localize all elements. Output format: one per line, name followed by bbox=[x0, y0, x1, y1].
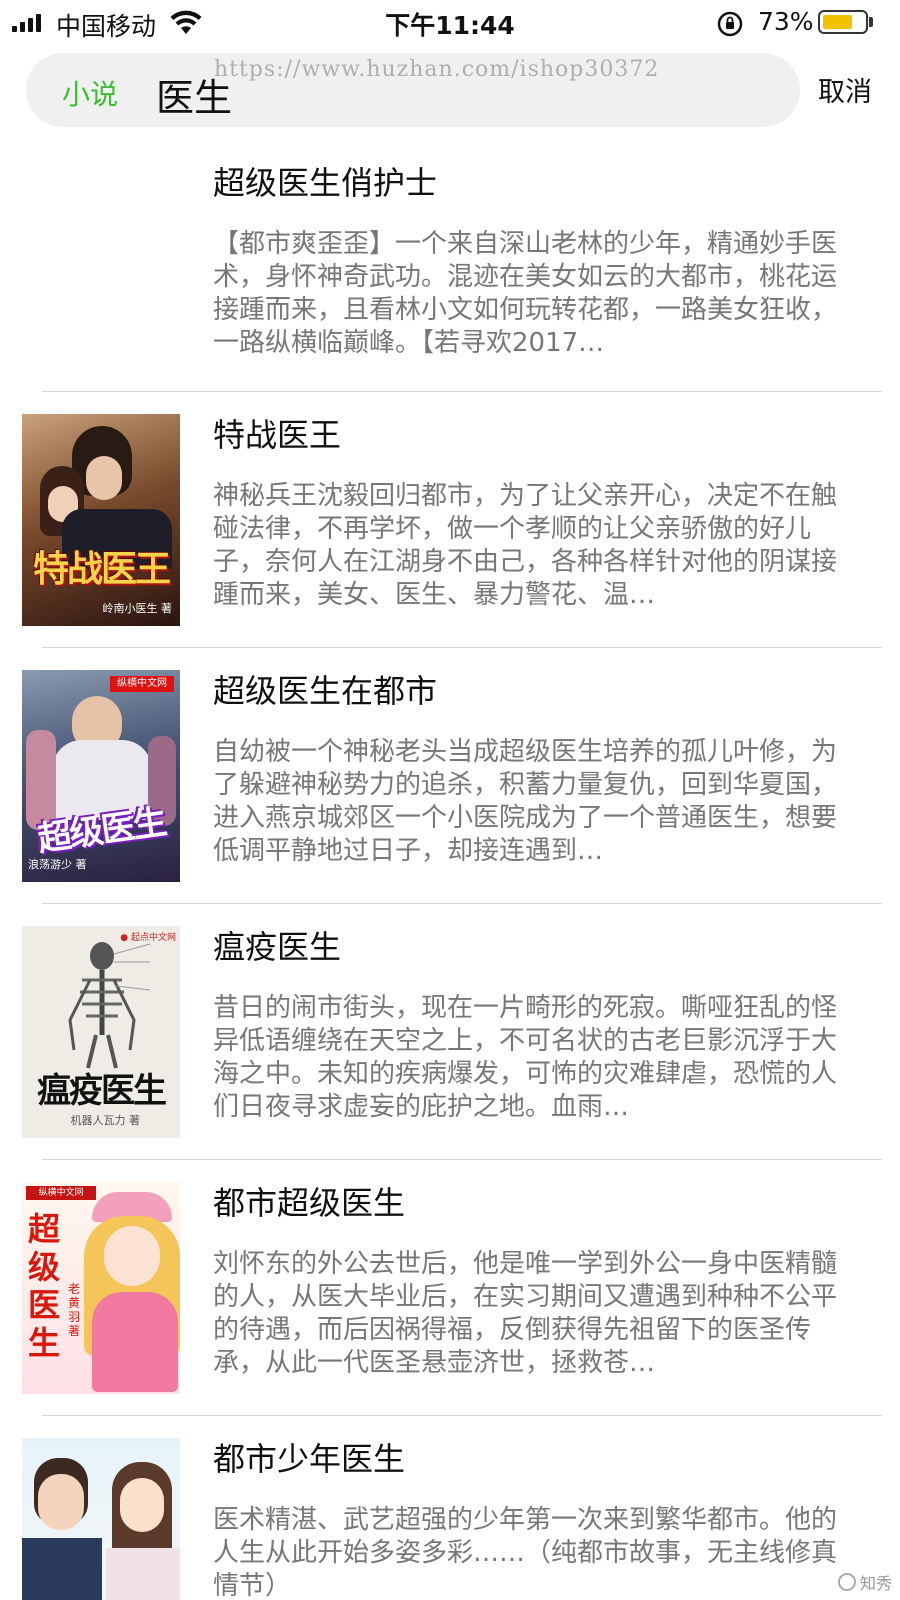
orientation-lock-icon bbox=[717, 11, 743, 37]
list-item[interactable]: 特战医王 岭南小医生 著 特战医王 神秘兵王沈毅回归都市，为了让父亲开心，决定不… bbox=[0, 392, 900, 648]
search-results-list: 超级医生俏护士 【都市爽歪歪】一个来自深山老林的少年，精通妙手医术，身怀神奇武功… bbox=[0, 140, 900, 1600]
book-cover[interactable]: 都市 bbox=[22, 1438, 180, 1600]
book-title: 超级医生在都市 bbox=[213, 672, 438, 710]
book-description: 医术精湛、武艺超强的少年第一次来到繁华都市。他的人生从此开始多姿多彩……（纯都市… bbox=[213, 1505, 838, 1600]
book-description: 自幼被一个神秘老头当成超级医生培养的孤儿叶修，为了躲避神秘势力的追杀，积蓄力量复… bbox=[213, 737, 838, 866]
book-title: 瘟疫医生 bbox=[213, 928, 342, 966]
list-item[interactable]: ● 起点中文网 瘟疫医生 机器人瓦力 著 瘟疫医生 昔日的闹市街头，现在一片畸形… bbox=[0, 904, 900, 1160]
cover-title: 瘟疫医生 bbox=[37, 1071, 167, 1111]
book-description: 刘怀东的外公去世后，他是唯一学到外公一身中医精髓的人，从医大毕业后，在实习期间又… bbox=[213, 1249, 838, 1378]
book-title: 都市少年医生 bbox=[213, 1440, 406, 1478]
watermark-text: https://www.huzhan.com/ishop30372 bbox=[214, 57, 660, 82]
cover-author: 老黄羽 著 bbox=[68, 1282, 81, 1338]
cover-title: 特战医王 bbox=[32, 549, 171, 590]
battery-icon bbox=[818, 10, 868, 34]
book-cover[interactable]: 纵横中文网 超级医生 老黄羽 著 bbox=[22, 1182, 180, 1394]
cover-author: 岭南小医生 著 bbox=[102, 602, 173, 615]
book-title: 都市超级医生 bbox=[213, 1184, 406, 1222]
cover-author: 机器人瓦力 著 bbox=[70, 1114, 141, 1127]
book-cover[interactable]: 纵横中文网 超级医生 浪荡游少 著 bbox=[22, 670, 180, 882]
skeleton-illustration bbox=[68, 942, 151, 1069]
search-category-selector[interactable]: 小说 bbox=[62, 73, 118, 113]
book-cover[interactable]: ● 起点中文网 瘟疫医生 机器人瓦力 著 bbox=[22, 926, 180, 1138]
list-item[interactable]: 都市 都市少年医生 医术精湛、武艺超强的少年第一次来到繁华都市。他的人生从此开始… bbox=[0, 1416, 900, 1600]
book-cover[interactable]: 特战医王 岭南小医生 著 bbox=[22, 414, 180, 626]
book-title: 特战医王 bbox=[213, 416, 342, 454]
list-item[interactable]: 纵横中文网 超级医生 老黄羽 著 都市超级医生 刘怀东的外公去世后，他是唯一学到… bbox=[0, 1160, 900, 1416]
corner-watermark-text: 知秀 bbox=[859, 1574, 892, 1593]
corner-watermark: 知秀 bbox=[837, 1570, 892, 1594]
status-bar: 中国移动 下午11:44 73% bbox=[0, 0, 900, 44]
battery-tip bbox=[869, 17, 873, 27]
book-description: 【都市爽歪歪】一个来自深山老林的少年，精通妙手医术，身怀神奇武功。混迹在美女如云… bbox=[213, 229, 838, 358]
book-description: 昔日的闹市街头，现在一片畸形的死寂。嘶哑狂乱的怪异低语缠绕在天空之上，不可名状的… bbox=[213, 993, 838, 1122]
list-item[interactable]: 超级医生俏护士 【都市爽歪歪】一个来自深山老林的少年，精通妙手医术，身怀神奇武功… bbox=[0, 140, 900, 392]
list-item[interactable]: 纵横中文网 超级医生 浪荡游少 著 超级医生在都市 自幼被一个神秘老头当成超级医… bbox=[0, 648, 900, 904]
cover-title: 超级医生 bbox=[27, 1210, 60, 1362]
book-description: 神秘兵王沈毅回归都市，为了让父亲开心，决定不在触碰法律，不再学坏，做一个孝顺的让… bbox=[213, 481, 838, 610]
cancel-button[interactable]: 取消 bbox=[818, 70, 872, 109]
book-title: 超级医生俏护士 bbox=[213, 164, 438, 202]
badge-icon bbox=[837, 1573, 856, 1591]
cover-author: 浪荡游少 著 bbox=[28, 858, 87, 871]
search-bar[interactable]: 小说 医生 https://www.huzhan.com/ishop30372 bbox=[26, 53, 800, 127]
battery-percent: 73% bbox=[758, 7, 814, 36]
